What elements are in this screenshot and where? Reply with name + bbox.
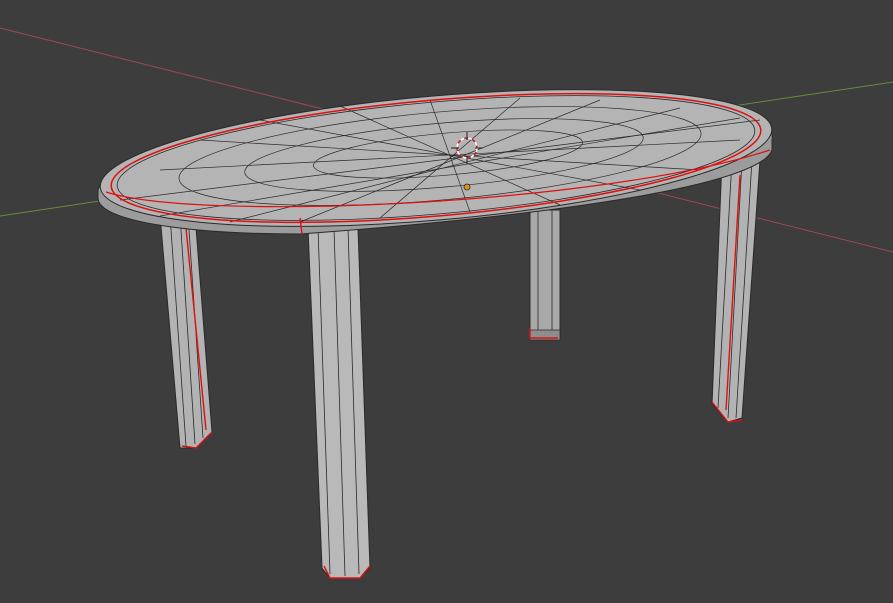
table-leg-left[interactable] (159, 214, 213, 449)
table-leg-front[interactable] (307, 227, 371, 579)
table-top[interactable] (95, 67, 777, 249)
object-origin-icon[interactable] (463, 183, 471, 191)
viewport-canvas[interactable] (0, 0, 893, 603)
table-leg-back-right[interactable] (529, 209, 561, 341)
3d-viewport[interactable] (0, 0, 893, 603)
table-leg-right[interactable] (711, 159, 761, 423)
